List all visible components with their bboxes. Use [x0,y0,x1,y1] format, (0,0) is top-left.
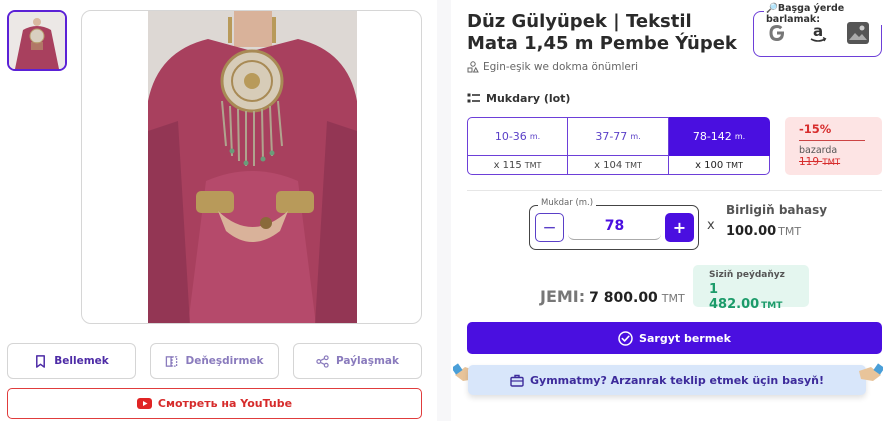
compare-label: Deňeşdirmek [185,355,264,367]
quantity-heading-label: Mukdary (lot) [486,92,571,105]
column-divider [437,0,451,421]
multiply-sign: x [707,218,715,233]
discount-badge: -15% bazarda 119 TMT [785,117,882,175]
hand-pointer-right-icon [859,363,883,381]
make-offer-button[interactable]: Gymmatmy? Arzanrak teklip etmek üçin bas… [468,365,866,395]
product-image-frame[interactable] [81,10,422,324]
quantity-stepper-legend: Mukdar (m.) [538,198,597,208]
price-tier-2[interactable]: 37-77 m. x 104 TMT [568,117,669,175]
tier-price: x 104 TMT [568,156,669,175]
bookmark-button[interactable]: Bellemek [7,343,136,379]
price-tier-3-selected[interactable]: 78-142 m. x 100 TMT [669,117,770,175]
tier-price: x 100 TMT [669,156,770,175]
amazon-icon[interactable]: a [805,20,831,46]
price-tier-1[interactable]: 10-36 m. x 115 TMT [467,117,568,175]
total-label: JEMI: [540,287,586,306]
tier-price: x 115 TMT [467,156,568,175]
share-button[interactable]: Paýlaşmak [293,343,422,379]
tier-range: 10-36 m. [467,117,568,156]
image-search-icon[interactable] [845,20,871,46]
briefcase-icon [510,374,524,387]
savings-label: Siziň peýdaňyz [709,270,785,280]
youtube-icon [136,398,152,409]
category-icon [467,61,479,73]
youtube-label: Смотреть на YouTube [157,397,293,410]
increment-button[interactable]: + [665,213,694,242]
place-order-button[interactable]: Sargyt bermek [467,322,882,354]
decrement-button[interactable]: − [535,213,564,242]
product-image [148,11,357,323]
unit-price-label: Birligiň bahasy [726,203,828,217]
check-circle-icon [618,330,633,346]
market-price: 119 TMT [799,156,841,168]
quantity-heading: Mukdary (lot) [467,92,570,105]
share-icon [316,354,329,368]
quantity-input[interactable] [568,213,661,240]
google-icon[interactable] [764,20,790,46]
svg-text:a: a [812,22,822,40]
tier-range: 78-142 m. [669,117,770,156]
total-currency: TMT [661,292,685,305]
market-label: bazarda [799,145,838,156]
make-offer-label: Gymmatmy? Arzanrak teklip etmek üçin bas… [530,373,824,387]
youtube-button[interactable]: Смотреть на YouTube [7,388,422,419]
bookmark-label: Bellemek [54,355,109,367]
product-thumbnail[interactable] [7,10,67,71]
unit-price-value: 100.00 TMT [726,224,802,239]
discount-percent: -15% [799,122,865,141]
total-price: JEMI: 7 800.00 TMT [540,287,685,306]
total-value: 7 800.00 [589,290,658,306]
ruler-icon [467,93,480,103]
product-title: Düz Gülyüpek | Tekstil Mata 1,45 m Pembe… [467,11,737,54]
offer-banner: Gymmatmy? Arzanrak teklip etmek üçin bas… [453,361,883,399]
magnifier-icon: 🔎 [766,3,778,14]
place-order-label: Sargyt bermek [639,331,731,345]
compare-button[interactable]: Deňeşdirmek [150,343,279,379]
compare-icon [166,355,178,367]
search-elsewhere-icons: a [758,17,877,49]
tier-range: 37-77 m. [568,117,669,156]
bookmark-icon [36,354,46,368]
category-link[interactable]: Egin-eşik we dokma önümleri [467,61,638,73]
divider [467,190,882,191]
share-label: Paýlaşmak [336,355,399,367]
savings-value: 1 482.00 TMT [709,282,783,312]
savings-badge: Siziň peýdaňyz 1 482.00 TMT [693,265,809,312]
category-label: Egin-eşik we dokma önümleri [483,61,639,73]
